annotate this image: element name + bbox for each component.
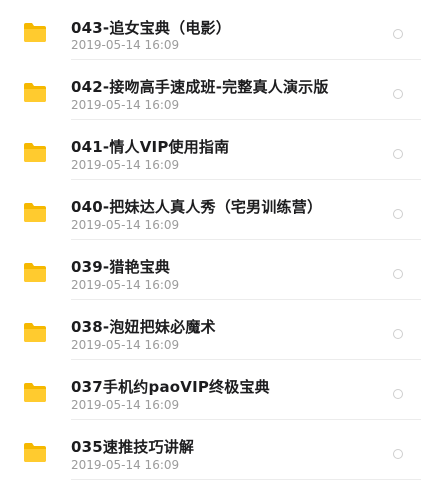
file-date: 2019-05-14 16:09 [71, 458, 180, 472]
file-row[interactable]: 042-接吻高手速成班-完整真人演示版 2019-05-14 16:09 [0, 60, 421, 120]
file-date: 2019-05-14 16:09 [71, 218, 180, 232]
row-divider [71, 479, 421, 480]
file-name: 043-追女宝典（电影） [71, 19, 231, 37]
folder-icon [24, 263, 46, 282]
file-row[interactable]: 035速推技巧讲解 2019-05-14 16:09 [0, 420, 421, 480]
folder-icon [24, 83, 46, 102]
folder-icon [24, 23, 46, 42]
file-date: 2019-05-14 16:09 [71, 98, 180, 112]
folder-icon [24, 443, 46, 462]
file-row[interactable]: 043-追女宝典（电影） 2019-05-14 16:09 [0, 0, 421, 60]
file-name: 038-泡妞把妹必魔术 [71, 318, 216, 336]
file-name: 035速推技巧讲解 [71, 438, 195, 456]
file-name: 040-把妹达人真人秀（宅男训练营） [71, 198, 323, 216]
folder-icon [24, 323, 46, 342]
select-radio[interactable] [393, 449, 403, 459]
select-radio[interactable] [393, 329, 403, 339]
file-row[interactable]: 037手机约paoVIP终极宝典 2019-05-14 16:09 [0, 360, 421, 420]
folder-icon [24, 143, 46, 162]
file-row[interactable]: 041-情人VIP使用指南 2019-05-14 16:09 [0, 120, 421, 180]
file-date: 2019-05-14 16:09 [71, 398, 180, 412]
select-radio[interactable] [393, 209, 403, 219]
folder-icon [24, 383, 46, 402]
file-row[interactable]: 038-泡妞把妹必魔术 2019-05-14 16:09 [0, 300, 421, 360]
file-date: 2019-05-14 16:09 [71, 158, 180, 172]
folder-icon [24, 203, 46, 222]
file-list: 043-追女宝典（电影） 2019-05-14 16:09 042-接吻高手速成… [0, 0, 421, 500]
select-radio[interactable] [393, 269, 403, 279]
file-row[interactable]: 039-猎艳宝典 2019-05-14 16:09 [0, 240, 421, 300]
file-name: 039-猎艳宝典 [71, 258, 171, 276]
file-date: 2019-05-14 16:09 [71, 38, 180, 52]
file-row[interactable]: 040-把妹达人真人秀（宅男训练营） 2019-05-14 16:09 [0, 180, 421, 240]
file-name: 042-接吻高手速成班-完整真人演示版 [71, 78, 329, 96]
select-radio[interactable] [393, 389, 403, 399]
file-date: 2019-05-14 16:09 [71, 278, 180, 292]
file-date: 2019-05-14 16:09 [71, 338, 180, 352]
select-radio[interactable] [393, 29, 403, 39]
select-radio[interactable] [393, 149, 403, 159]
file-name: 037手机约paoVIP终极宝典 [71, 378, 270, 396]
select-radio[interactable] [393, 89, 403, 99]
file-name: 041-情人VIP使用指南 [71, 138, 230, 156]
